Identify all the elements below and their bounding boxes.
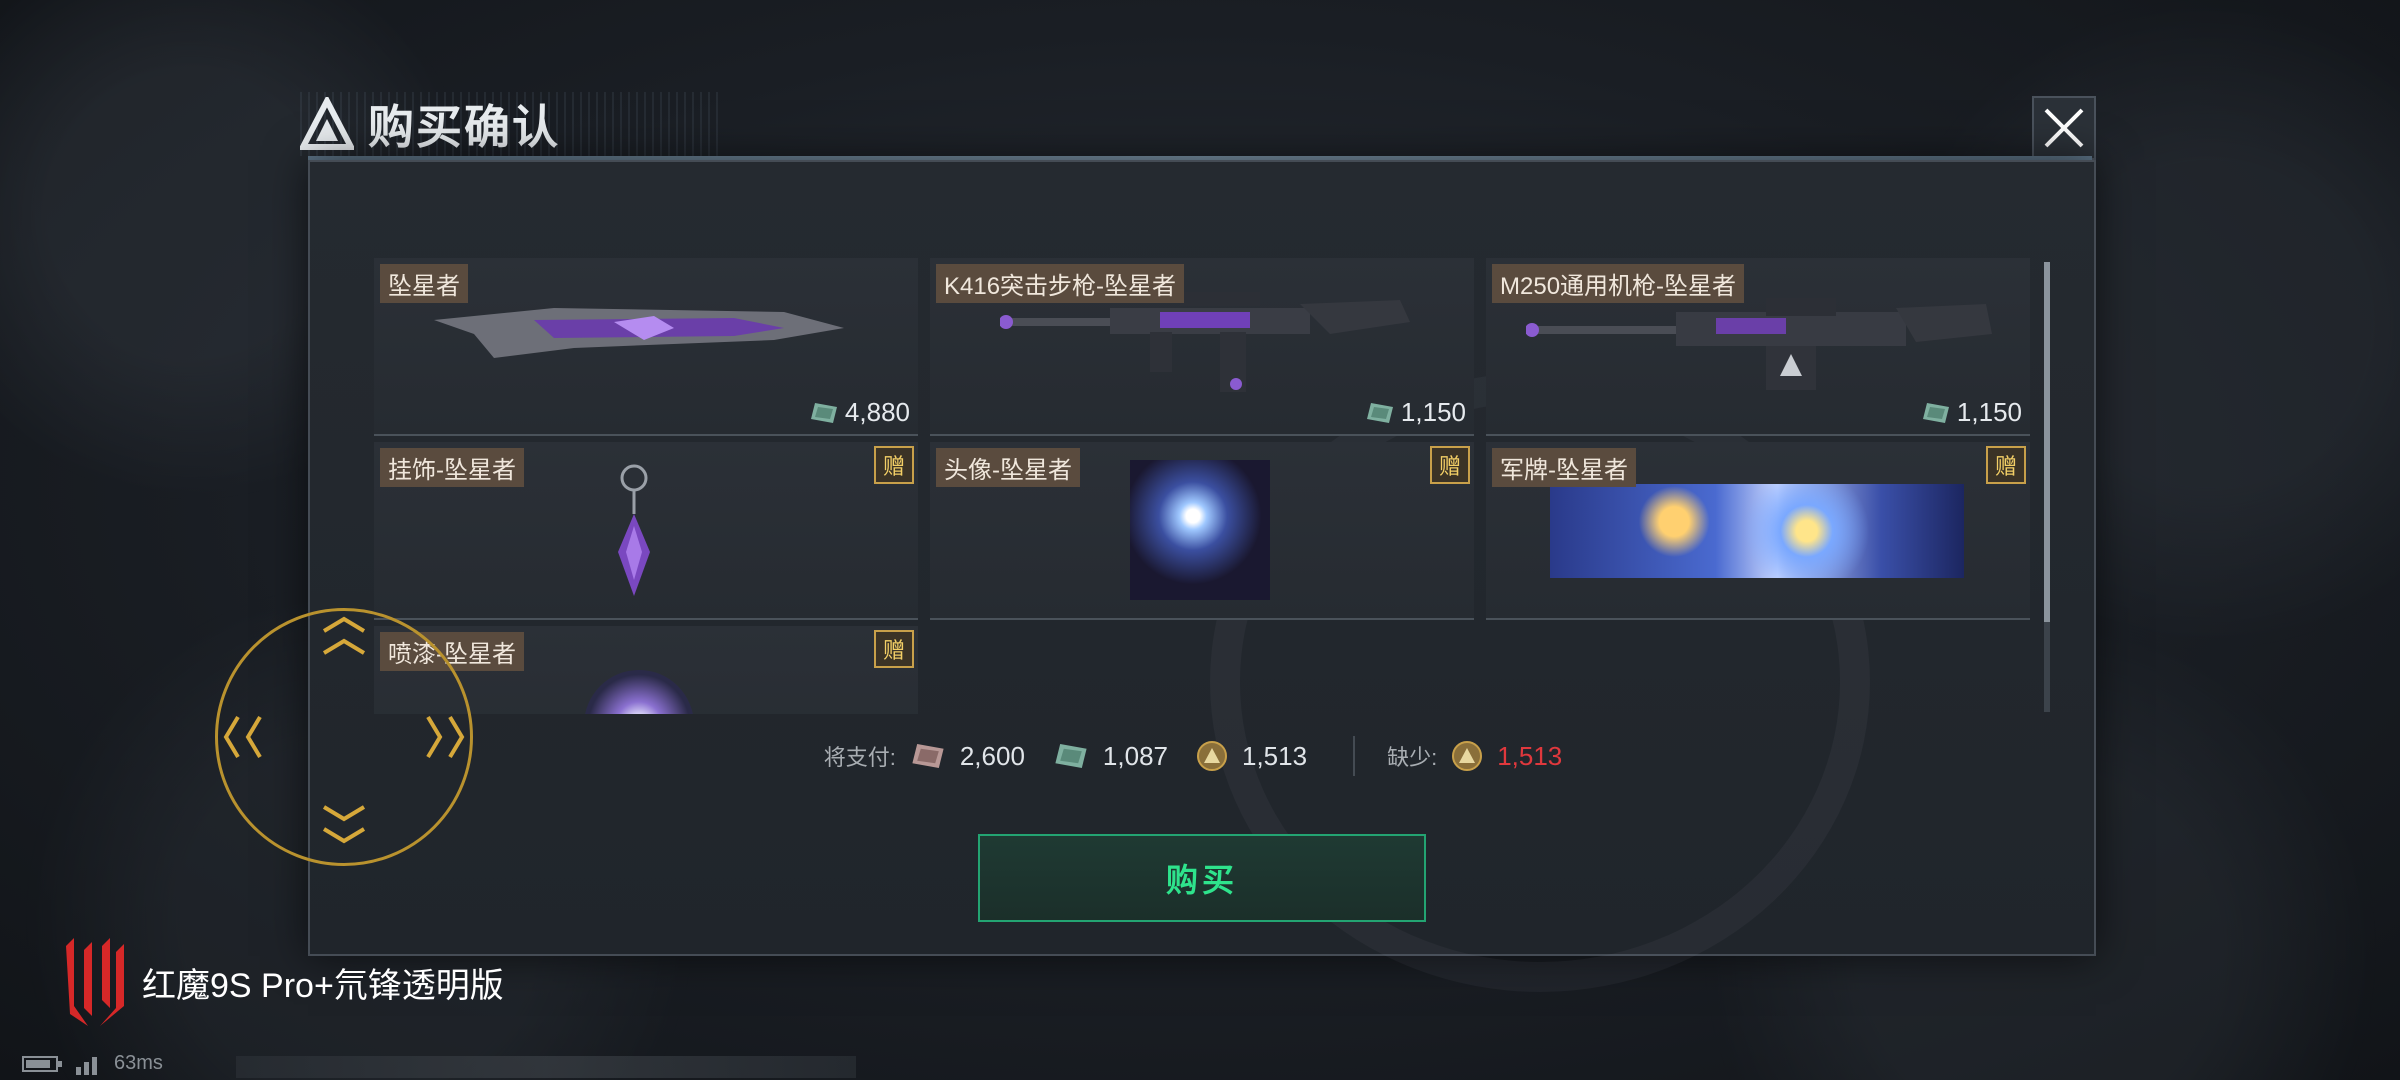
item-card-pendant[interactable]: 挂饰-坠星者 赠 (374, 442, 918, 620)
dogtag-art (1550, 484, 1964, 578)
dialog-header: 购买确认 (300, 92, 560, 156)
signal-icon (76, 1056, 97, 1075)
item-card-dogtag[interactable]: 军牌-坠星者 赠 (1486, 442, 2030, 620)
item-price-value: 1,150 (1956, 397, 2022, 427)
pay-label: 将支付: (823, 745, 896, 770)
close-button[interactable] (2032, 96, 2096, 160)
device-watermark: 红魔9S Pro+氘锋透明版 (60, 936, 504, 1028)
red-ticket-icon (912, 744, 944, 768)
ping-value: 63ms (114, 1052, 163, 1074)
green-ticket-icon (810, 402, 837, 423)
pendant-art (618, 464, 650, 596)
item-price: 4,880 (809, 397, 910, 428)
joystick-arrows-icon (223, 616, 465, 844)
item-price: 1,150 (1365, 397, 1466, 428)
item-label: 挂饰-坠星者 (380, 448, 524, 487)
gift-badge: 赠 (1430, 446, 1470, 484)
gold-coin-icon (1197, 741, 1227, 771)
item-card-k416[interactable]: K416突击步枪-坠星者 1,150 (930, 258, 1474, 436)
status-bar: 63ms (22, 1052, 163, 1075)
watermark-text: 红魔9S Pro+氘锋透明版 (142, 966, 504, 1005)
divider (1353, 736, 1356, 776)
scrollbar-thumb[interactable] (2044, 262, 2050, 622)
item-price-value: 1,150 (1400, 397, 1466, 427)
status-blur (236, 1056, 856, 1078)
gold-coin-icon (1452, 741, 1483, 771)
item-label: K416突击步枪-坠星者 (936, 264, 1185, 303)
buy-button-label: 购买 (1165, 862, 1238, 898)
gift-badge: 赠 (1986, 446, 2026, 484)
close-icon (2044, 108, 2084, 148)
grid-scrollbar[interactable] (2044, 262, 2050, 712)
cost-amount: 1,513 (1242, 740, 1308, 771)
gift-badge: 赠 (874, 630, 914, 668)
item-card-m250[interactable]: M250通用机枪-坠星者 1,150 (1486, 258, 2030, 436)
item-card-avatar[interactable]: 头像-坠星者 赠 (930, 442, 1474, 620)
dagger-art (434, 308, 844, 358)
green-ticket-icon (1055, 744, 1087, 768)
gift-badge: 赠 (874, 446, 914, 484)
item-grid[interactable]: 坠星者 4,880 K416突击步枪-坠星者 1,150 M250通用机枪-坠星… (374, 258, 2034, 714)
red-magic-logo-icon (66, 938, 124, 1026)
item-price: 1,150 (1921, 397, 2022, 428)
missing-amount: 1,513 (1497, 740, 1563, 771)
missing-label: 缺少: (1387, 745, 1438, 770)
triangle-logo-icon (300, 97, 354, 150)
battery-icon (22, 1055, 62, 1072)
cost-amount: 1,087 (1102, 740, 1168, 771)
cost-amount: 2,600 (959, 740, 1025, 771)
item-price-value: 4,880 (844, 397, 910, 427)
buy-button[interactable]: 购买 (978, 834, 1426, 922)
avatar-art (1130, 460, 1270, 600)
item-label: M250通用机枪-坠星者 (1492, 264, 1745, 303)
item-card-dagger[interactable]: 坠星者 4,880 (374, 258, 918, 436)
item-label: 坠星者 (380, 264, 468, 303)
virtual-joystick[interactable] (215, 608, 473, 866)
green-ticket-icon (1366, 402, 1393, 423)
dialog-title: 购买确认 (368, 101, 560, 153)
item-label: 军牌-坠星者 (1492, 448, 1636, 487)
item-label: 头像-坠星者 (936, 448, 1080, 487)
green-ticket-icon (1922, 402, 1949, 423)
spray-art (584, 670, 694, 714)
